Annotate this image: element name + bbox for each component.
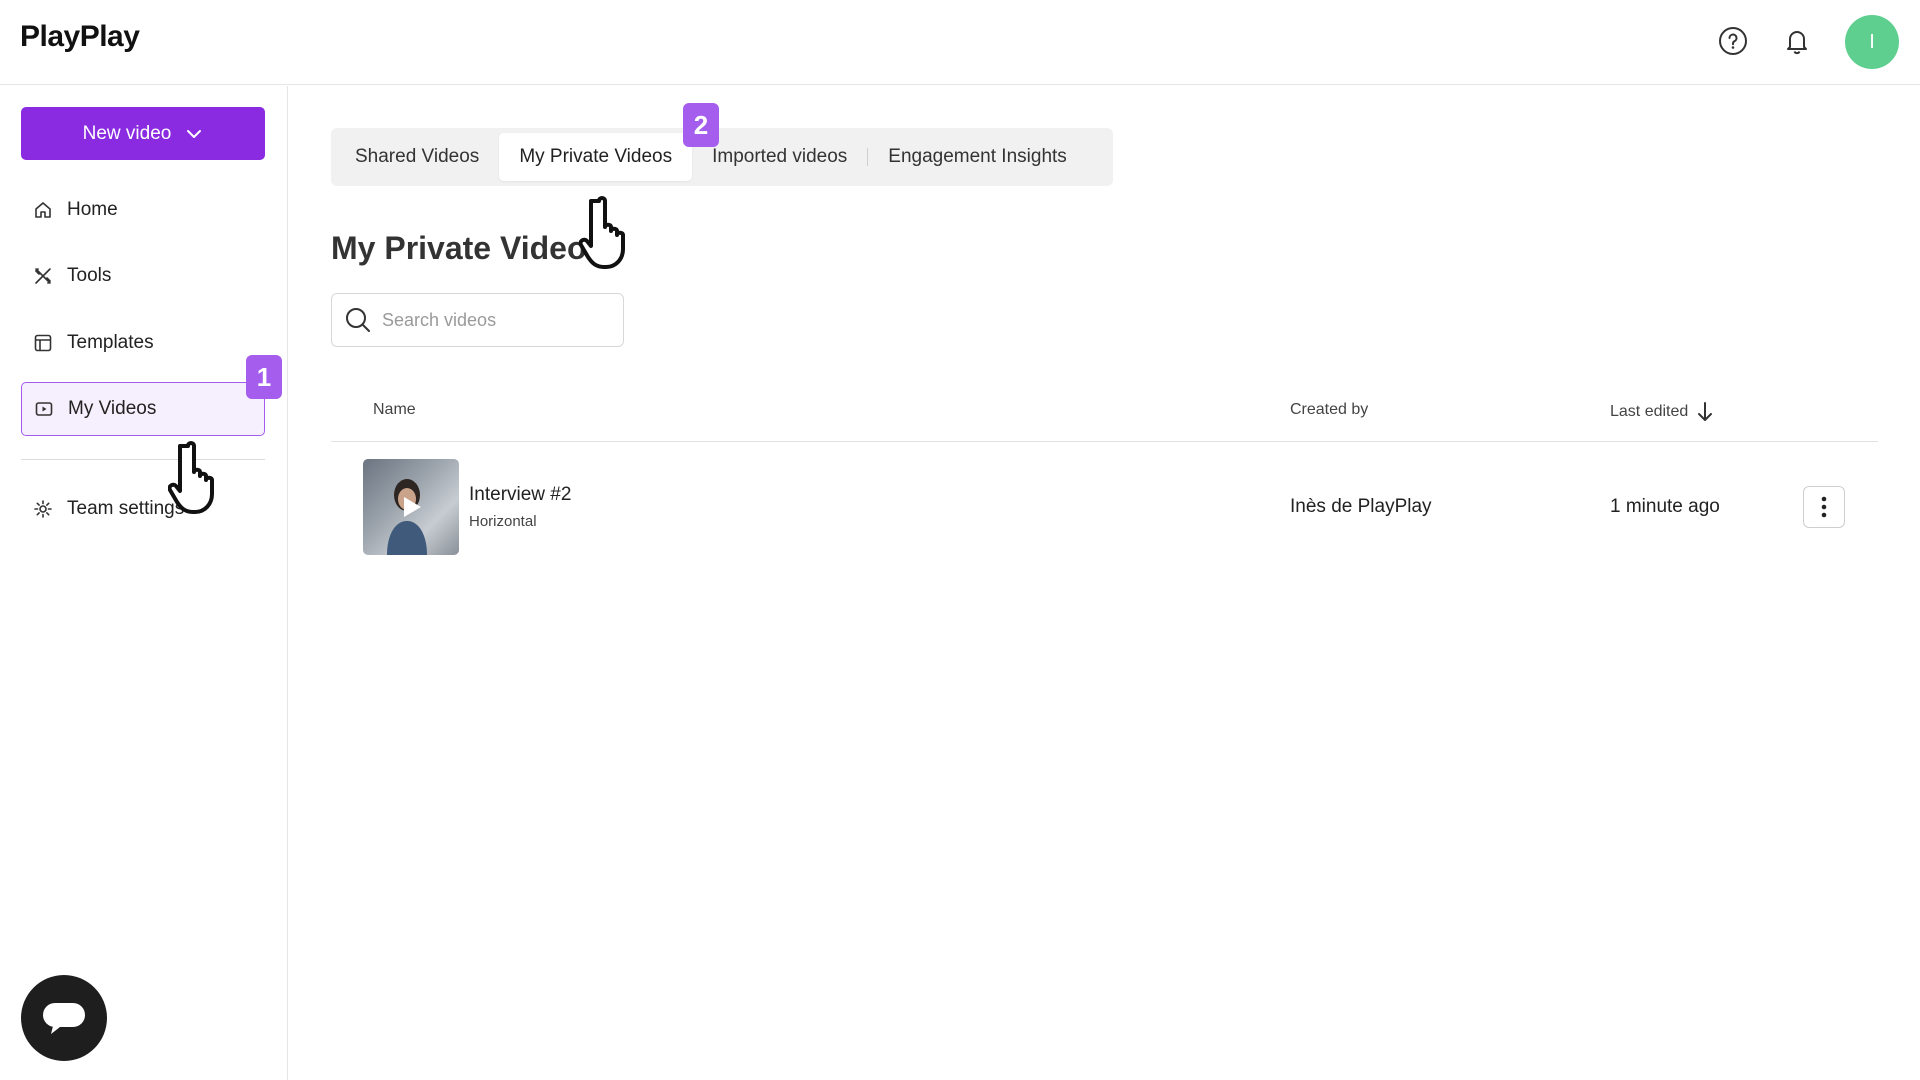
video-tabs: Shared Videos My Private Videos Imported… <box>331 128 1113 186</box>
play-icon <box>404 497 421 517</box>
avatar[interactable]: I <box>1845 15 1899 69</box>
gear-icon <box>34 500 52 518</box>
column-header-name[interactable]: Name <box>373 401 416 419</box>
video-last-edited: 1 minute ago <box>1610 496 1720 517</box>
sidebar-item-label: Tools <box>67 265 112 286</box>
tab-my-private-videos[interactable]: My Private Videos <box>499 133 693 181</box>
tab-shared-videos[interactable]: Shared Videos <box>335 133 499 181</box>
chat-button[interactable] <box>21 975 107 1061</box>
help-icon[interactable] <box>1716 24 1750 58</box>
search-icon <box>346 308 370 332</box>
sidebar-item-my-videos[interactable]: My Videos <box>21 382 265 436</box>
more-vertical-icon <box>1821 496 1827 518</box>
pointer-cursor-icon <box>168 441 214 514</box>
pointer-cursor-icon <box>579 196 625 269</box>
bell-icon[interactable] <box>1780 24 1814 58</box>
column-header-label: Name <box>373 401 416 418</box>
column-header-label: Created by <box>1290 401 1369 418</box>
templates-icon <box>34 334 52 352</box>
step-badge-1: 1 <box>246 355 282 399</box>
search-box[interactable] <box>331 293 624 347</box>
tab-engagement-insights[interactable]: Engagement Insights <box>868 133 1087 181</box>
table-header-divider <box>331 441 1878 442</box>
logo[interactable]: PlayPlay <box>20 20 140 54</box>
avatar-initial: I <box>1869 30 1875 53</box>
top-bar: PlayPlay I <box>0 0 1920 85</box>
sidebar-item-label: My Videos <box>68 398 157 419</box>
page-title: My Private Videos <box>331 230 605 266</box>
video-format: Horizontal <box>469 513 537 530</box>
step-badge-2: 2 <box>683 103 719 147</box>
sidebar-item-tools[interactable]: Tools <box>21 249 265 303</box>
video-thumbnail[interactable] <box>363 459 459 555</box>
column-header-created-by[interactable]: Created by <box>1290 401 1368 419</box>
more-options-button[interactable] <box>1803 486 1845 528</box>
sidebar-item-label: Templates <box>67 332 154 353</box>
column-header-label: Last edited <box>1610 403 1689 420</box>
sidebar: New video Home Tools Templates My Videos… <box>0 86 288 1080</box>
tools-icon <box>34 268 52 284</box>
new-video-button[interactable]: New video <box>21 107 265 160</box>
new-video-label: New video <box>82 122 172 144</box>
sidebar-item-label: Team settings <box>67 498 185 519</box>
arrow-down-icon <box>1698 402 1713 421</box>
home-icon <box>35 202 51 218</box>
chevron-down-icon <box>187 129 202 138</box>
videos-icon <box>35 402 53 416</box>
sidebar-item-templates[interactable]: Templates <box>21 316 265 370</box>
sidebar-item-home[interactable]: Home <box>21 183 265 237</box>
video-title[interactable]: Interview #2 <box>469 484 571 506</box>
column-header-last-edited[interactable]: Last edited <box>1610 401 1714 423</box>
sidebar-item-label: Home <box>67 199 118 220</box>
video-creator: Inès de PlayPlay <box>1290 496 1432 517</box>
search-input[interactable] <box>382 309 602 331</box>
chat-icon <box>43 1003 85 1034</box>
